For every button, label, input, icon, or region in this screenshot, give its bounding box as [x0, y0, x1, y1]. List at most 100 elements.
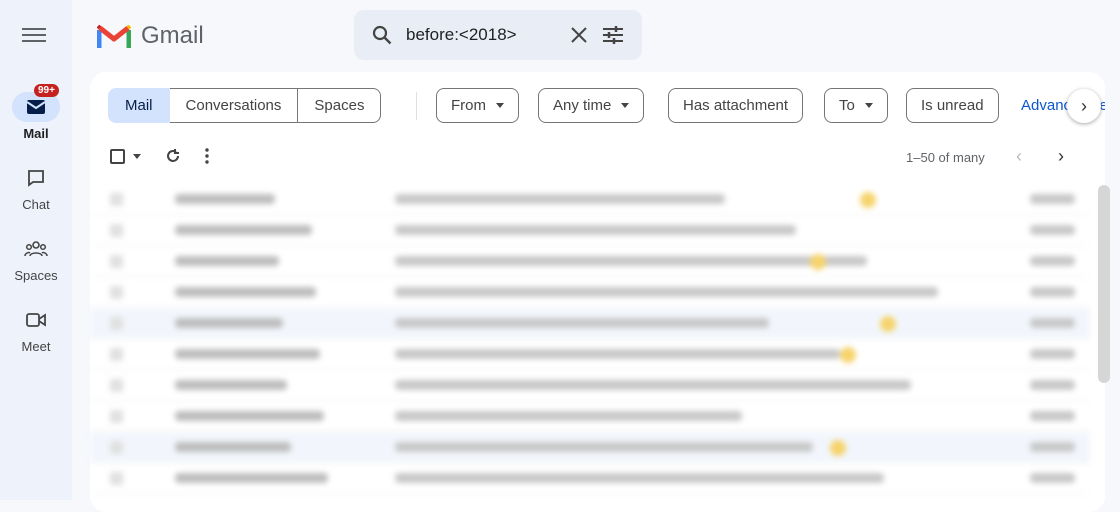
- filter-has-attachment[interactable]: Has attachment: [668, 88, 804, 123]
- search-input[interactable]: before:<2018>: [406, 25, 556, 45]
- row-subject: [395, 380, 911, 390]
- row-date: [1030, 287, 1075, 297]
- chevron-right-icon: ›: [1081, 95, 1087, 116]
- rail-label: Meet: [21, 339, 51, 354]
- gmail-logo[interactable]: Gmail: [97, 22, 204, 50]
- row-checkbox[interactable]: [110, 255, 123, 268]
- row-date: [1030, 256, 1075, 266]
- important-marker-icon[interactable]: [810, 254, 826, 270]
- scroll-chips-right-button[interactable]: ›: [1067, 89, 1101, 123]
- message-row[interactable]: [90, 370, 1090, 401]
- important-marker-icon[interactable]: [830, 440, 846, 456]
- row-date: [1030, 442, 1075, 452]
- row-subject: [395, 473, 884, 483]
- row-checkbox[interactable]: [110, 410, 123, 423]
- app-name: Gmail: [141, 22, 204, 49]
- search-icon[interactable]: [372, 25, 392, 45]
- prev-page-button[interactable]: ‹: [1016, 146, 1022, 167]
- unread-badge: 99+: [34, 84, 59, 97]
- message-row[interactable]: [90, 432, 1090, 463]
- filter-is-unread[interactable]: Is unread: [906, 88, 999, 123]
- row-checkbox[interactable]: [110, 348, 123, 361]
- message-row[interactable]: [90, 184, 1090, 215]
- message-row[interactable]: [90, 339, 1090, 370]
- row-date: [1030, 225, 1075, 235]
- refresh-icon[interactable]: [165, 148, 181, 164]
- more-vert-icon[interactable]: [205, 148, 209, 164]
- row-date: [1030, 194, 1075, 204]
- message-row[interactable]: [90, 215, 1090, 246]
- checkbox-icon: [110, 148, 125, 164]
- gmail-m-icon: [97, 24, 131, 48]
- search-bar[interactable]: before:<2018>: [354, 10, 642, 60]
- row-checkbox[interactable]: [110, 379, 123, 392]
- important-marker-icon[interactable]: [880, 316, 896, 332]
- chip-label: From: [451, 97, 486, 114]
- message-list: [90, 184, 1090, 494]
- important-marker-icon[interactable]: [840, 347, 856, 363]
- row-subject: [395, 411, 742, 421]
- filter-to[interactable]: To: [824, 88, 888, 123]
- chip-label: Has attachment: [683, 97, 789, 114]
- mail-panel: Mail Conversations Spaces From Any time …: [90, 72, 1105, 512]
- main-menu-icon[interactable]: [22, 24, 46, 44]
- rail-label: Chat: [22, 197, 50, 212]
- scrollbar[interactable]: [1098, 185, 1110, 383]
- row-checkbox[interactable]: [110, 193, 123, 206]
- pagination-text: 1–50 of many: [906, 150, 985, 165]
- caret-down-icon: [496, 103, 504, 108]
- rail-label: Spaces: [14, 268, 58, 283]
- row-sender: [175, 194, 275, 204]
- row-subject: [395, 349, 840, 359]
- select-all-checkbox[interactable]: [110, 148, 141, 164]
- row-date: [1030, 349, 1075, 359]
- row-sender: [175, 411, 324, 421]
- important-marker-icon[interactable]: [860, 192, 876, 208]
- caret-down-icon: [621, 103, 630, 108]
- filter-from[interactable]: From: [436, 88, 519, 123]
- message-row[interactable]: [90, 308, 1090, 339]
- message-row[interactable]: [90, 401, 1090, 432]
- scope-spaces[interactable]: Spaces: [298, 88, 382, 123]
- chip-label: Is unread: [921, 97, 984, 114]
- row-checkbox[interactable]: [110, 317, 123, 330]
- row-sender: [175, 225, 312, 235]
- row-sender: [175, 349, 320, 359]
- chip-label: To: [839, 97, 855, 114]
- message-row[interactable]: [90, 463, 1090, 494]
- row-sender: [175, 442, 291, 452]
- chat-icon: [28, 170, 44, 187]
- rail-item-spaces[interactable]: Spaces: [0, 234, 72, 283]
- row-sender: [175, 287, 316, 297]
- clear-search-icon[interactable]: [570, 26, 588, 44]
- row-subject: [395, 287, 938, 297]
- message-row[interactable]: [90, 277, 1090, 308]
- row-subject: [395, 194, 725, 204]
- next-page-button[interactable]: ›: [1058, 146, 1064, 167]
- caret-down-icon: [133, 153, 141, 159]
- row-subject: [395, 225, 796, 235]
- search-scope-toggle: Mail Conversations Spaces: [108, 88, 382, 123]
- message-row[interactable]: [90, 246, 1090, 277]
- row-sender: [175, 318, 283, 328]
- scope-conversations[interactable]: Conversations: [169, 88, 299, 123]
- scope-mail[interactable]: Mail: [108, 88, 170, 123]
- row-date: [1030, 380, 1075, 390]
- search-options-icon[interactable]: [602, 25, 624, 45]
- row-checkbox[interactable]: [110, 441, 123, 454]
- row-checkbox[interactable]: [110, 472, 123, 485]
- rail-label: Mail: [23, 126, 49, 141]
- rail-item-meet[interactable]: Meet: [0, 305, 72, 354]
- filter-any-time[interactable]: Any time: [538, 88, 645, 123]
- row-checkbox[interactable]: [110, 224, 123, 237]
- rail-item-chat[interactable]: Chat: [0, 163, 72, 212]
- row-date: [1030, 411, 1075, 421]
- row-date: [1030, 318, 1075, 328]
- row-checkbox[interactable]: [110, 286, 123, 299]
- spaces-icon: [24, 241, 48, 257]
- rail-item-mail[interactable]: 99+ Mail: [0, 84, 72, 141]
- divider: [416, 92, 417, 120]
- row-sender: [175, 380, 287, 390]
- chip-label: Any time: [553, 97, 612, 114]
- mail-icon: [26, 100, 46, 114]
